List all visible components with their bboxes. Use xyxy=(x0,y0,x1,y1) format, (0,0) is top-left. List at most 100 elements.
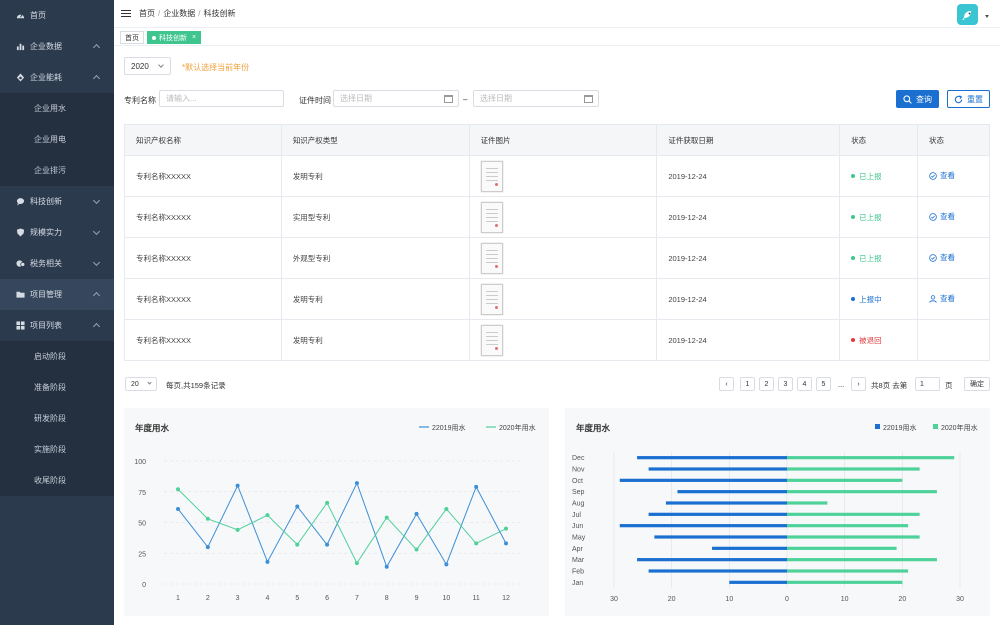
status-badge: 被退回 xyxy=(851,335,882,346)
data-point xyxy=(265,513,270,518)
close-icon[interactable]: × xyxy=(192,34,196,41)
cell-status: 上报中 xyxy=(839,278,919,320)
sidebar-nav: 首页 企业数据 企业能耗 企业用水 企业用电 企业排污 科技创新 规模实力 税务… xyxy=(0,0,114,496)
status-text: 已上报 xyxy=(859,212,882,222)
sidebar-item-innovation[interactable]: 科技创新 xyxy=(0,186,114,217)
legend-label: 2020年用水 xyxy=(941,423,978,432)
y-tick-label: 25 xyxy=(138,551,146,558)
data-point xyxy=(444,506,449,511)
x-tick-label: 1 xyxy=(176,595,180,602)
certificate-thumbnail[interactable] xyxy=(480,201,503,233)
chevron-down-icon xyxy=(147,380,152,385)
col-header-date: 证件获取日期 xyxy=(656,124,841,156)
page-button-2[interactable]: 2 xyxy=(759,377,774,391)
sidebar-item-tax[interactable]: 税务相关 xyxy=(0,248,114,279)
sidebar-item-stage-implement[interactable]: 实施阶段 xyxy=(0,434,114,465)
chevron-down-icon xyxy=(92,196,101,205)
pagination-ellipsis: ... xyxy=(838,380,845,389)
table-row: 专利名称XXXXX 发明专利 2019-12-24 上报中 查看 xyxy=(124,278,990,320)
cell-type: 发明专利 xyxy=(280,155,470,197)
data-point xyxy=(325,542,330,547)
avatar[interactable] xyxy=(957,4,978,25)
cell-name: 专利名称XXXXX xyxy=(124,237,282,279)
status-dot-icon xyxy=(851,297,856,301)
goto-confirm-button[interactable]: 确定 xyxy=(964,377,990,391)
goto-page-input[interactable]: 1 xyxy=(915,377,940,391)
menu-toggle-icon[interactable] xyxy=(121,9,131,18)
x-tick-label: 0 xyxy=(785,596,789,603)
next-page-button[interactable]: › xyxy=(851,377,866,391)
sidebar-item-stage-prepare[interactable]: 准备阶段 xyxy=(0,372,114,403)
tag-current[interactable]: 科技创新 × xyxy=(147,31,202,44)
page-button-4[interactable]: 4 xyxy=(797,377,812,391)
sidebar-item-label: 企业用水 xyxy=(34,104,66,113)
sidebar-item-stage-start[interactable]: 启动阶段 xyxy=(0,341,114,372)
x-tick-label: 11 xyxy=(473,595,480,602)
sidebar-item-project-mgmt[interactable]: 项目管理 xyxy=(0,279,114,310)
sidebar-item-home[interactable]: 首页 xyxy=(0,0,114,31)
page-button-3[interactable]: 3 xyxy=(778,377,793,391)
refresh-icon xyxy=(954,94,963,103)
bar-2019 xyxy=(712,546,787,550)
sidebar-item-label: 项目管理 xyxy=(30,290,62,299)
page-size-select[interactable]: 20 xyxy=(125,377,157,391)
breadcrumb-home[interactable]: 首页 xyxy=(139,9,155,18)
sidebar-item-stage-close[interactable]: 收尾阶段 xyxy=(0,465,114,496)
start-date-input[interactable]: 选择日期 xyxy=(333,90,459,107)
certificate-thumbnail[interactable] xyxy=(480,160,503,192)
bar-2019 xyxy=(729,580,787,584)
certificate-thumbnail[interactable] xyxy=(480,242,503,274)
data-point xyxy=(325,500,330,505)
page-button-1[interactable]: 1 xyxy=(740,377,755,391)
avatar-bird-icon xyxy=(962,10,971,20)
bar-2019 xyxy=(648,467,787,471)
x-tick-label: 4 xyxy=(266,595,270,602)
col-header-type: 知识产权类型 xyxy=(280,124,470,156)
data-point xyxy=(354,481,359,486)
cell-image xyxy=(468,237,658,279)
sidebar-item-stage-rd[interactable]: 研发阶段 xyxy=(0,403,114,434)
sidebar-item-label: 税务相关 xyxy=(30,259,62,268)
breadcrumb-enterprise-data[interactable]: 企业数据 xyxy=(163,9,195,18)
patent-name-input[interactable]: 请输入... xyxy=(159,90,284,107)
sidebar-item-pollution[interactable]: 企业排污 xyxy=(0,155,114,186)
page-button-5[interactable]: 5 xyxy=(816,377,831,391)
user-dropdown-icon[interactable] xyxy=(985,15,989,18)
certificate-thumbnail[interactable] xyxy=(480,324,503,356)
query-button[interactable]: 查询 xyxy=(896,90,939,108)
data-point xyxy=(384,515,389,520)
bar-2019 xyxy=(637,558,787,562)
x-tick-label: 9 xyxy=(415,595,419,602)
data-point xyxy=(414,547,419,552)
year-select[interactable]: 2020 xyxy=(124,57,171,75)
tag-home[interactable]: 首页 xyxy=(120,31,144,44)
certificate-thumbnail[interactable] xyxy=(480,283,503,315)
view-link[interactable]: 查看 xyxy=(929,252,955,263)
y-tick-label: Apr xyxy=(572,546,584,553)
data-point xyxy=(235,483,240,488)
view-link[interactable]: 查看 xyxy=(929,170,955,181)
sidebar: 首页 企业数据 企业能耗 企业用水 企业用电 企业排污 科技创新 规模实力 税务… xyxy=(0,0,114,625)
cell-date: 2019-12-24 xyxy=(656,196,841,238)
chat-icon xyxy=(16,197,25,206)
sidebar-item-label: 企业排污 xyxy=(34,166,66,175)
view-link[interactable]: 查看 xyxy=(929,293,955,304)
bar-2019 xyxy=(619,478,787,482)
reset-button[interactable]: 重置 xyxy=(947,90,990,108)
search-icon xyxy=(903,94,912,104)
grid-icon xyxy=(16,321,25,330)
data-point xyxy=(176,487,180,492)
end-date-input[interactable]: 选择日期 xyxy=(473,90,599,107)
sidebar-item-scale[interactable]: 规模实力 xyxy=(0,217,114,248)
sidebar-item-energy[interactable]: 企业能耗 xyxy=(0,62,114,93)
sidebar-item-enterprise-data[interactable]: 企业数据 xyxy=(0,31,114,62)
view-link[interactable]: 查看 xyxy=(929,211,955,222)
sidebar-item-electricity[interactable]: 企业用电 xyxy=(0,124,114,155)
tag-current-label: 科技创新 xyxy=(159,34,187,42)
sidebar-item-water[interactable]: 企业用水 xyxy=(0,93,114,124)
col-header-name: 知识产权名称 xyxy=(124,124,282,156)
data-point xyxy=(504,541,508,546)
prev-page-button[interactable]: ‹ xyxy=(719,377,734,391)
sidebar-item-project-list[interactable]: 项目列表 xyxy=(0,310,114,341)
check-circle-icon xyxy=(929,253,937,262)
